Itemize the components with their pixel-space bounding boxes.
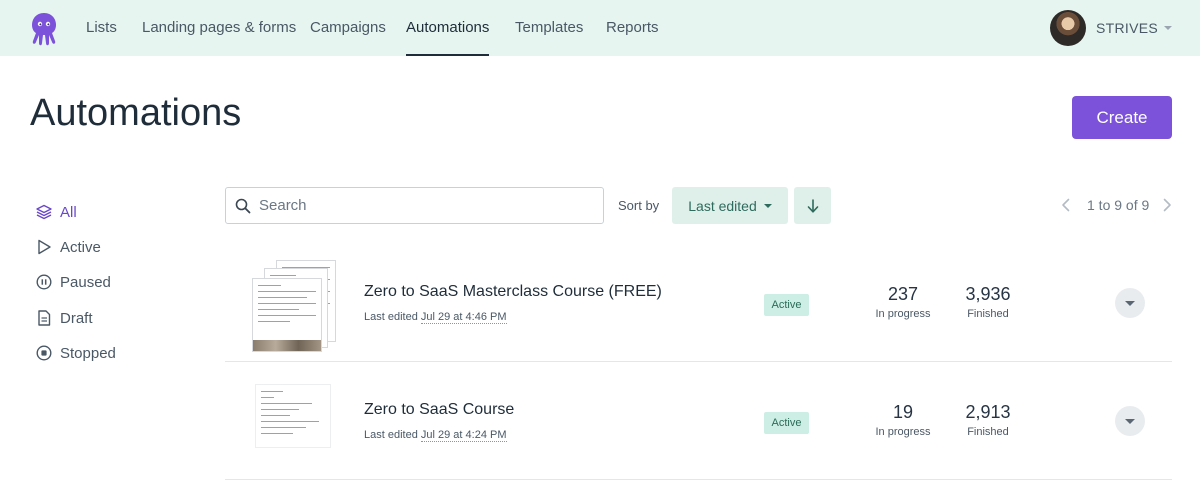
- last-edited-date: Jul 29 at 4:46 PM: [420, 311, 507, 324]
- caret-down-icon: [1125, 300, 1135, 306]
- arrow-down-icon: [807, 198, 818, 213]
- account-name: STRIVES: [1095, 20, 1158, 36]
- avatar: [1049, 10, 1086, 46]
- finished-stat: 2,913 Finished: [948, 402, 1028, 438]
- document-icon: [38, 310, 51, 326]
- nav-campaigns[interactable]: Campaigns: [310, 0, 386, 56]
- search-icon: [235, 198, 251, 213]
- caret-down-icon: [763, 203, 772, 208]
- page-title: Automations: [30, 92, 242, 134]
- nav-reports[interactable]: Reports: [606, 0, 659, 56]
- automation-row[interactable]: Zero to SaaS Masterclass Course (FREE) L…: [225, 244, 1172, 362]
- last-edited-prefix: Last edited: [364, 311, 418, 323]
- chevron-left-icon[interactable]: [1060, 198, 1072, 212]
- layers-icon: [36, 204, 52, 220]
- sort-select[interactable]: Last edited: [672, 187, 788, 224]
- chevron-down-icon: [1164, 26, 1172, 30]
- last-edited-prefix: Last edited: [364, 429, 418, 441]
- chevron-right-icon[interactable]: [1161, 198, 1173, 212]
- filter-label: Draft: [60, 309, 93, 327]
- nav-automations[interactable]: Automations: [406, 0, 490, 56]
- filter-active[interactable]: Active: [36, 237, 101, 257]
- automation-title[interactable]: Zero to SaaS Course: [364, 401, 514, 419]
- nav-templates[interactable]: Templates: [515, 0, 583, 56]
- finished-count: 2,913: [965, 402, 1011, 422]
- in-progress-label: In progress: [875, 308, 931, 320]
- filter-all[interactable]: All: [36, 202, 77, 222]
- filter-label: All: [60, 203, 77, 221]
- filter-draft[interactable]: Draft: [36, 308, 93, 328]
- automation-thumbnail[interactable]: [252, 260, 337, 352]
- automation-row[interactable]: Zero to SaaS Course Last edited Jul 29 a…: [225, 362, 1172, 480]
- account-menu[interactable]: STRIVES: [1049, 10, 1172, 46]
- finished-stat: 3,936 Finished: [948, 284, 1028, 320]
- finished-label: Finished: [967, 426, 1009, 438]
- pagination-text: 1 to 9 of 9: [1087, 197, 1150, 213]
- automation-title[interactable]: Zero to SaaS Masterclass Course (FREE): [364, 283, 662, 301]
- automation-last-edited: Last edited Jul 29 at 4:24 PM: [364, 429, 507, 442]
- stop-circle-icon: [36, 345, 52, 361]
- caret-down-icon: [1125, 418, 1135, 424]
- last-edited-date: Jul 29 at 4:24 PM: [420, 429, 507, 442]
- filter-label: Stopped: [60, 344, 116, 362]
- top-nav: Lists Landing pages & forms Campaigns Au…: [0, 0, 1200, 56]
- finished-count: 3,936: [965, 284, 1011, 304]
- nav-landing-pages-forms[interactable]: Landing pages & forms: [142, 0, 296, 56]
- octopus-logo-icon[interactable]: [28, 11, 60, 47]
- sort-by-label: Sort by: [618, 198, 660, 213]
- automation-thumbnail[interactable]: [255, 384, 335, 450]
- filter-stopped[interactable]: Stopped: [36, 343, 116, 363]
- pause-circle-icon: [36, 274, 52, 290]
- row-actions-button[interactable]: [1115, 288, 1145, 318]
- sort-direction-button[interactable]: [794, 187, 831, 224]
- automation-last-edited: Last edited Jul 29 at 4:46 PM: [364, 311, 507, 324]
- in-progress-count: 237: [887, 284, 919, 304]
- sort-select-value: Last edited: [688, 197, 757, 214]
- in-progress-label: In progress: [875, 426, 931, 438]
- search-input[interactable]: [259, 197, 579, 214]
- in-progress-count: 19: [892, 402, 914, 422]
- status-badge: Active: [764, 412, 809, 434]
- play-icon: [38, 239, 51, 255]
- search-box: [225, 187, 604, 224]
- in-progress-stat: 19 In progress: [863, 402, 943, 438]
- filter-label: Active: [60, 238, 101, 256]
- nav-lists[interactable]: Lists: [86, 0, 117, 56]
- create-button[interactable]: Create: [1072, 96, 1172, 139]
- in-progress-stat: 237 In progress: [863, 284, 943, 320]
- finished-label: Finished: [967, 308, 1009, 320]
- row-actions-button[interactable]: [1115, 406, 1145, 436]
- filter-label: Paused: [60, 273, 111, 291]
- filter-paused[interactable]: Paused: [36, 272, 111, 292]
- status-badge: Active: [764, 294, 809, 316]
